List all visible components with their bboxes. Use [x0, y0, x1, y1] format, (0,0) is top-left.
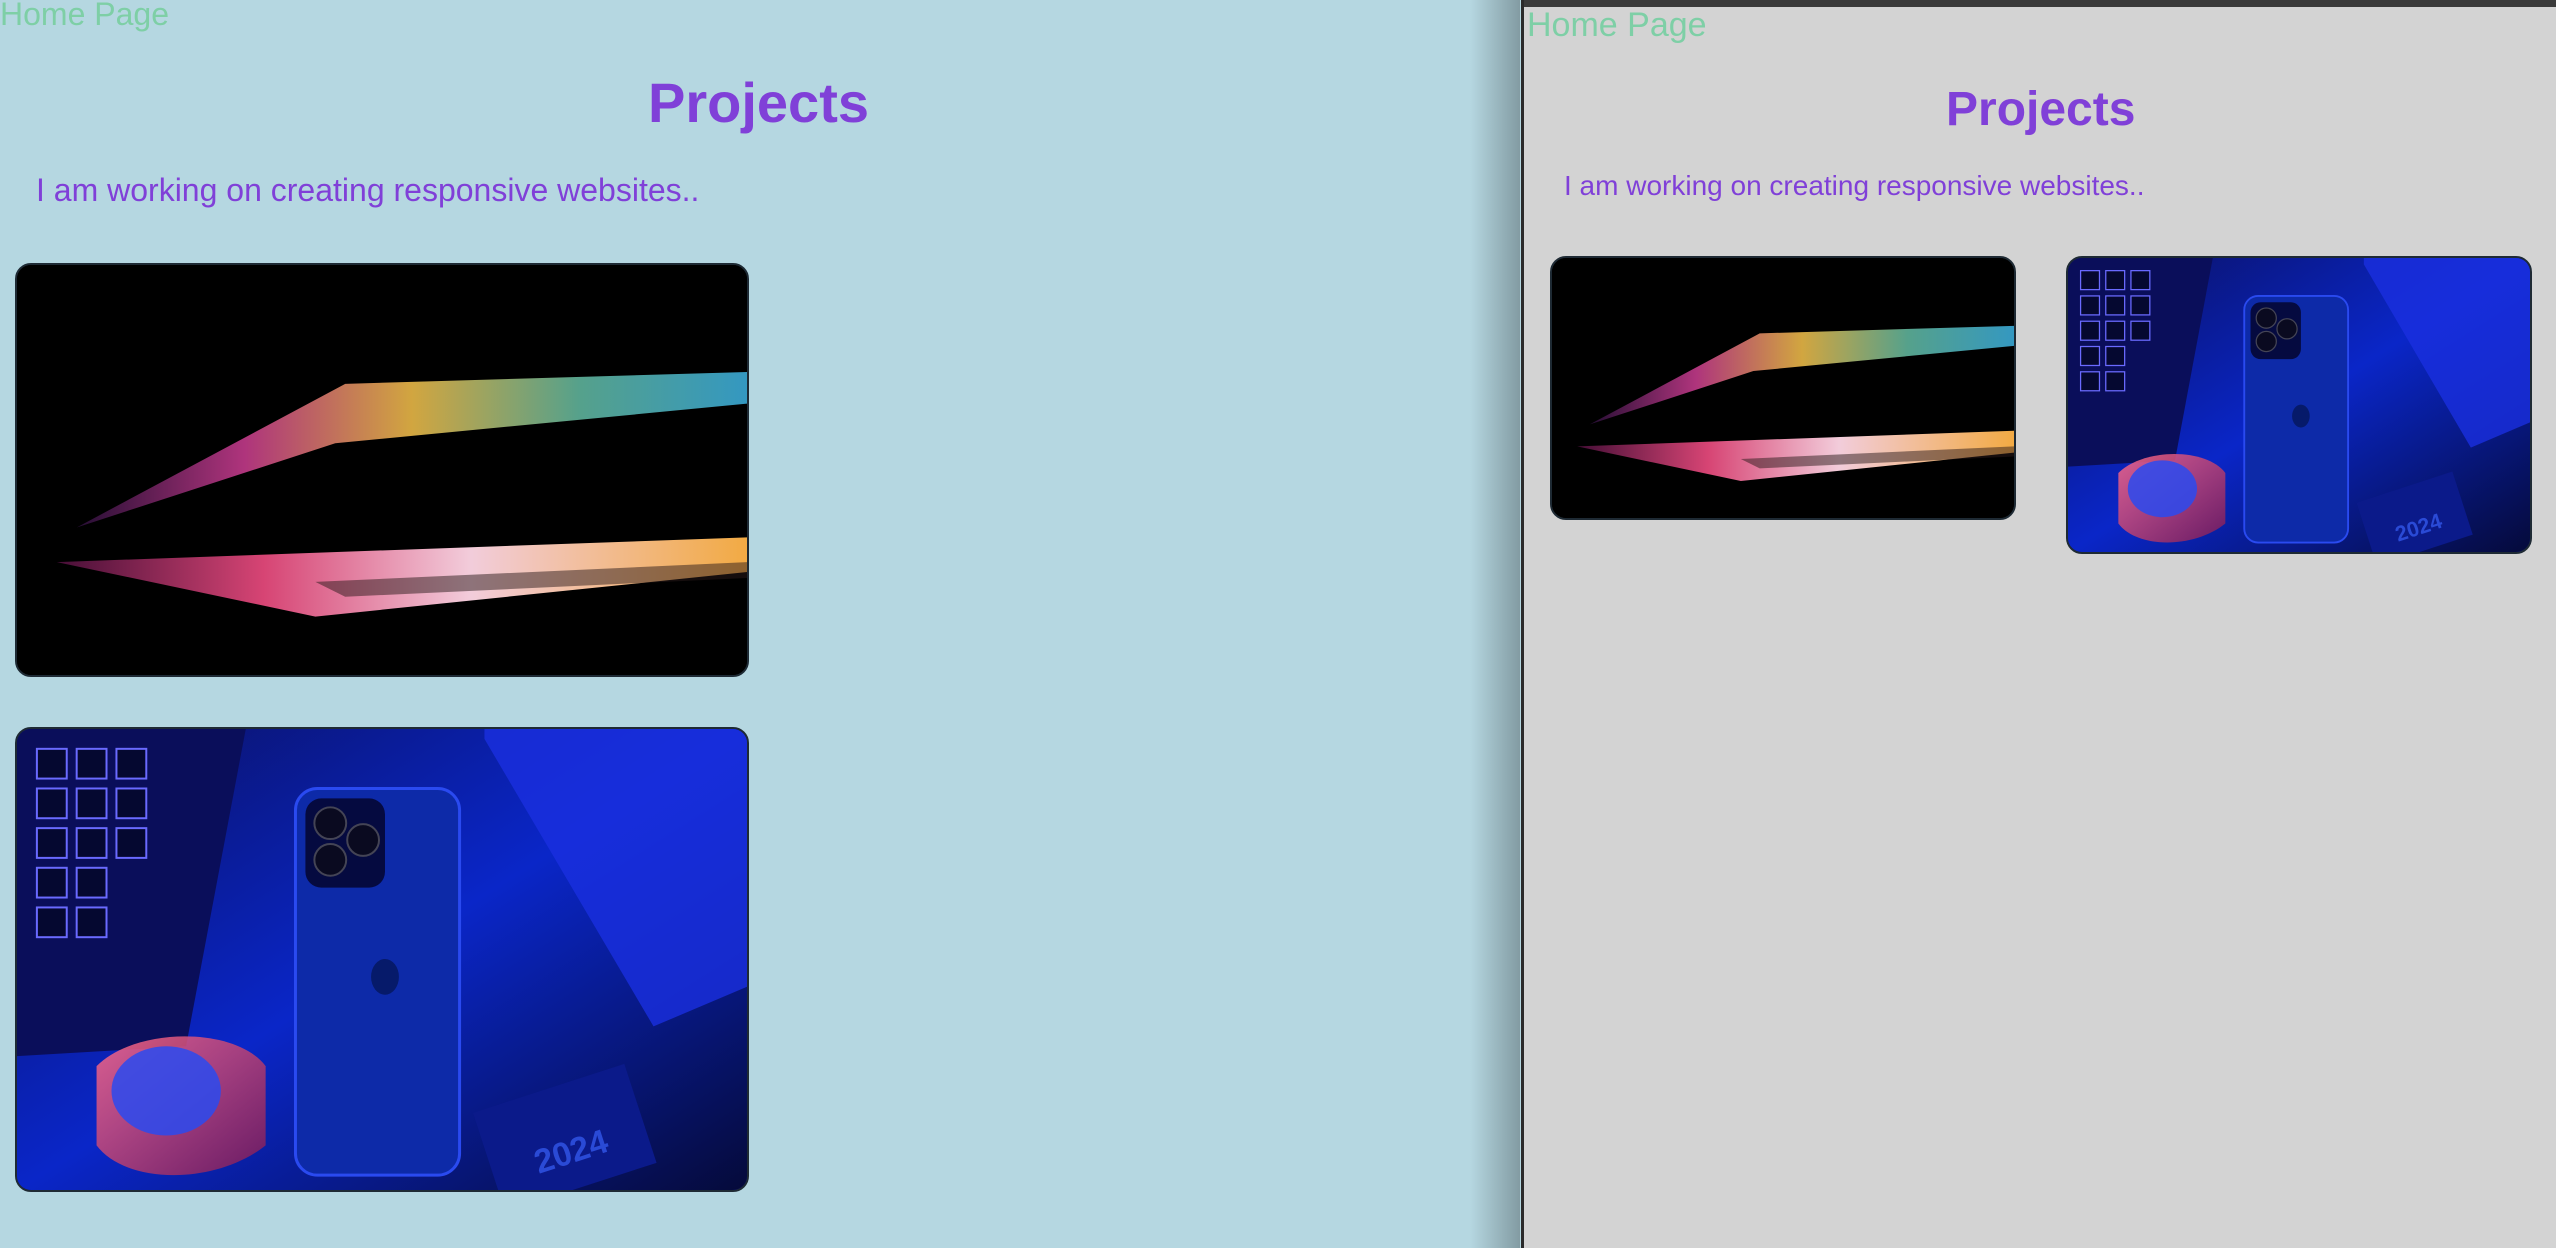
phone-photo-icon: 2024	[17, 729, 747, 1190]
left-window: Home Page Projects I am working on creat…	[0, 0, 1520, 1248]
project-image-phone[interactable]: 2024	[2066, 256, 2532, 554]
page-title: Projects	[1946, 83, 2136, 136]
project-image-laptop[interactable]	[1550, 256, 2016, 520]
phone-photo-icon: 2024	[2068, 258, 2530, 552]
project-image-phone[interactable]: 2024	[15, 727, 749, 1192]
home-page-link[interactable]: Home Page	[0, 0, 169, 33]
intro-text: I am working on creating responsive webs…	[36, 172, 700, 208]
intro-text: I am working on creating responsive webs…	[1564, 170, 2145, 201]
window-shadow	[1470, 0, 1520, 1248]
project-image-laptop[interactable]	[15, 263, 749, 677]
page-title: Projects	[648, 71, 869, 134]
right-window: Home Page Projects I am working on creat…	[1521, 0, 2556, 1248]
home-page-link[interactable]: Home Page	[1527, 6, 1707, 45]
laptop-photo-icon	[1552, 258, 2014, 518]
laptop-photo-icon	[17, 265, 747, 675]
